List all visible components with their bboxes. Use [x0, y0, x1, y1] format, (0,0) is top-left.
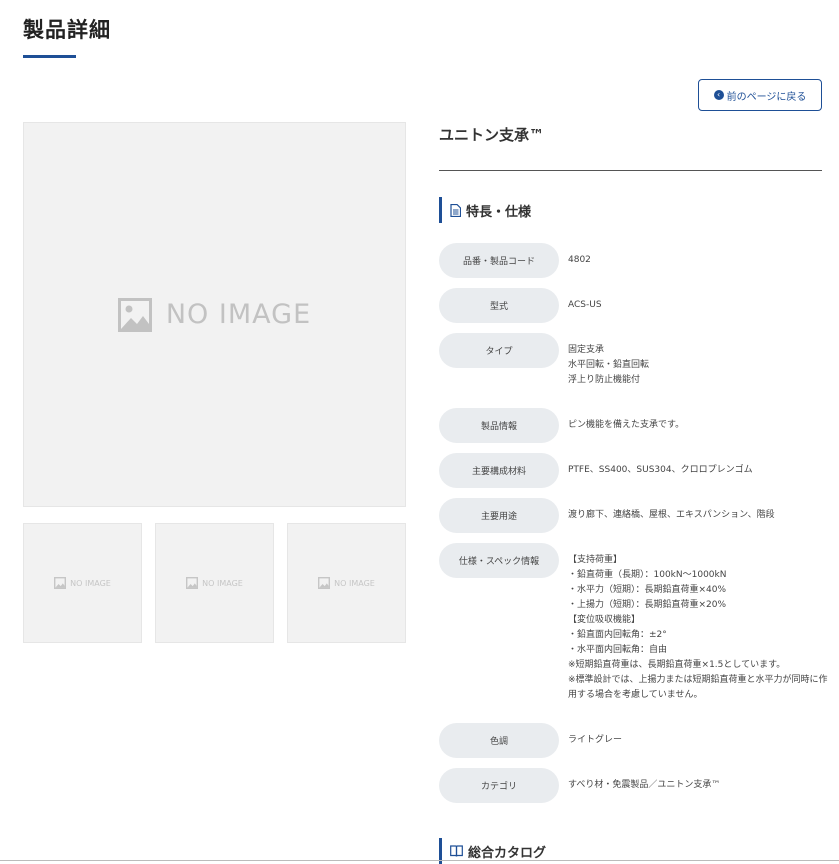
spec-label: 型式: [439, 288, 559, 323]
spec-section-heading: 特長・仕様: [439, 197, 531, 223]
spec-value: 渡り廊下、連絡橋、屋根、エキスパンション、階段: [568, 510, 775, 520]
spec-value: 固定支承 水平回転・鉛直回転 浮上り防止機能付: [568, 345, 650, 385]
thumbnail-2[interactable]: NO IMAGE: [155, 523, 274, 643]
title-underline: [23, 55, 76, 58]
spec-label: 色調: [439, 723, 559, 758]
back-button-label: 前のページに戻る: [726, 91, 807, 103]
document-icon: [450, 203, 461, 217]
book-icon: [450, 845, 463, 857]
spec-value: ACS-US: [568, 300, 602, 310]
no-image-text: NO IMAGE: [165, 299, 312, 330]
page-title: 製品詳細: [23, 18, 111, 42]
divider: [0, 860, 839, 861]
divider: [439, 170, 822, 171]
spec-section-title: 特長・仕様: [466, 204, 532, 220]
spec-value: ピン機能を備えた支承です。: [568, 420, 685, 430]
no-image-text: NO IMAGE: [70, 578, 111, 588]
spec-label: 主要用途: [439, 498, 559, 533]
thumbnail-3[interactable]: NO IMAGE: [287, 523, 406, 643]
spec-value: 【支持荷重】 ・鉛直荷重（長期）：100kN〜1000kN ・水平力（短期）：長…: [568, 555, 828, 700]
image-icon: [186, 577, 199, 589]
image-icon: [318, 577, 331, 589]
image-icon: [117, 297, 152, 332]
image-icon: [54, 577, 67, 589]
spec-value: すべり材・免震製品／ユニトン支承™: [568, 780, 721, 790]
no-image-text: NO IMAGE: [202, 578, 243, 588]
product-name: ユニトン支承™: [439, 126, 545, 144]
catalog-section-title: 総合カタログ: [468, 845, 547, 861]
spec-label: 仕様・スペック情報: [439, 543, 559, 578]
main-product-image[interactable]: NO IMAGE: [23, 122, 406, 507]
no-image-placeholder: NO IMAGE: [117, 297, 312, 332]
spec-value: ライトグレー: [568, 735, 623, 745]
spec-label: カテゴリ: [439, 768, 559, 803]
no-image-text: NO IMAGE: [334, 578, 375, 588]
arrow-left-circle-icon: ‹: [713, 90, 724, 100]
spec-value: PTFE、SS400、SUS304、クロロプレンゴム: [568, 465, 753, 475]
back-button[interactable]: ‹ 前のページに戻る: [698, 79, 822, 111]
spec-label: 主要構成材料: [439, 453, 559, 488]
spec-label: 製品情報: [439, 408, 559, 443]
spec-value: 4802: [568, 255, 591, 265]
spec-label: 品番・製品コード: [439, 243, 559, 278]
thumbnail-1[interactable]: NO IMAGE: [23, 523, 142, 643]
spec-label: タイプ: [439, 333, 559, 368]
